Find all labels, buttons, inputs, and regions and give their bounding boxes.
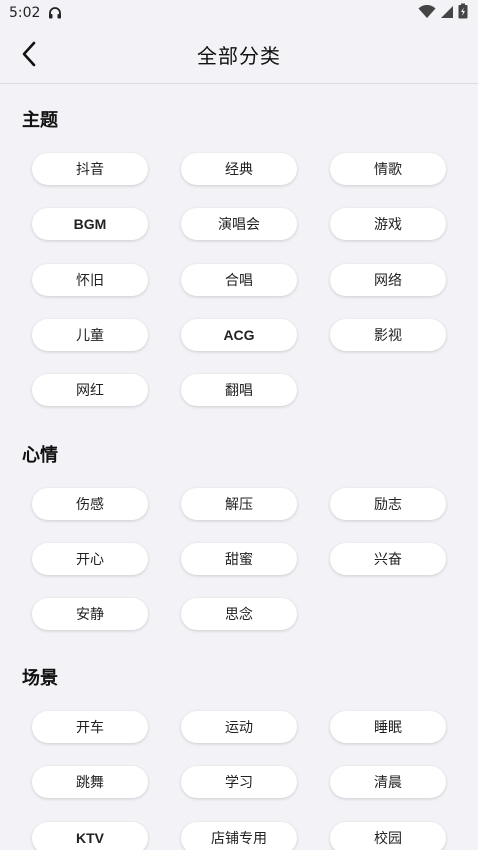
category-chip[interactable]: 网红: [32, 374, 148, 406]
chevron-left-icon: [22, 41, 36, 67]
category-chip[interactable]: 跳舞: [32, 766, 148, 798]
category-chip[interactable]: 解压: [181, 488, 297, 520]
category-chip[interactable]: 网络: [330, 264, 446, 296]
category-chip[interactable]: 经典: [181, 153, 297, 185]
status-bar: 5:02: [0, 0, 478, 26]
category-chip[interactable]: 思念: [181, 598, 297, 630]
category-chip[interactable]: 情歌: [330, 153, 446, 185]
section-title-mood: 心情: [22, 445, 58, 466]
category-chip[interactable]: 儿童: [32, 319, 148, 351]
category-chip[interactable]: 运动: [181, 711, 297, 743]
category-chip[interactable]: 校园: [330, 822, 446, 850]
wifi-icon: [418, 4, 436, 23]
category-chip[interactable]: KTV: [32, 822, 148, 850]
category-chip[interactable]: 怀旧: [32, 264, 148, 296]
category-chip[interactable]: 甜蜜: [181, 543, 297, 575]
category-chip[interactable]: BGM: [32, 208, 148, 240]
category-chip[interactable]: 影视: [330, 319, 446, 351]
category-chip[interactable]: 睡眠: [330, 711, 446, 743]
header: 全部分类: [0, 26, 478, 84]
category-chip[interactable]: 清晨: [330, 766, 446, 798]
category-chip[interactable]: 安静: [32, 598, 148, 630]
category-chip[interactable]: 开车: [32, 711, 148, 743]
page-title: 全部分类: [197, 44, 281, 68]
category-chip[interactable]: 游戏: [330, 208, 446, 240]
cell-signal-icon: [440, 4, 454, 23]
section-title-scene: 场景: [22, 668, 58, 689]
category-chip[interactable]: 开心: [32, 543, 148, 575]
back-button[interactable]: [14, 38, 44, 70]
battery-icon: [458, 3, 468, 23]
category-chip[interactable]: 励志: [330, 488, 446, 520]
category-chip[interactable]: 抖音: [32, 153, 148, 185]
category-chip[interactable]: 演唱会: [181, 208, 297, 240]
category-chip[interactable]: ACG: [181, 319, 297, 351]
category-chip[interactable]: 翻唱: [181, 374, 297, 406]
section-title-theme: 主题: [22, 110, 58, 131]
category-chip[interactable]: 店铺专用: [181, 822, 297, 850]
status-time: 5:02: [9, 5, 41, 21]
headset-icon: [48, 4, 62, 23]
category-chip[interactable]: 学习: [181, 766, 297, 798]
category-chip[interactable]: 伤感: [32, 488, 148, 520]
category-chip[interactable]: 兴奋: [330, 543, 446, 575]
category-chip[interactable]: 合唱: [181, 264, 297, 296]
